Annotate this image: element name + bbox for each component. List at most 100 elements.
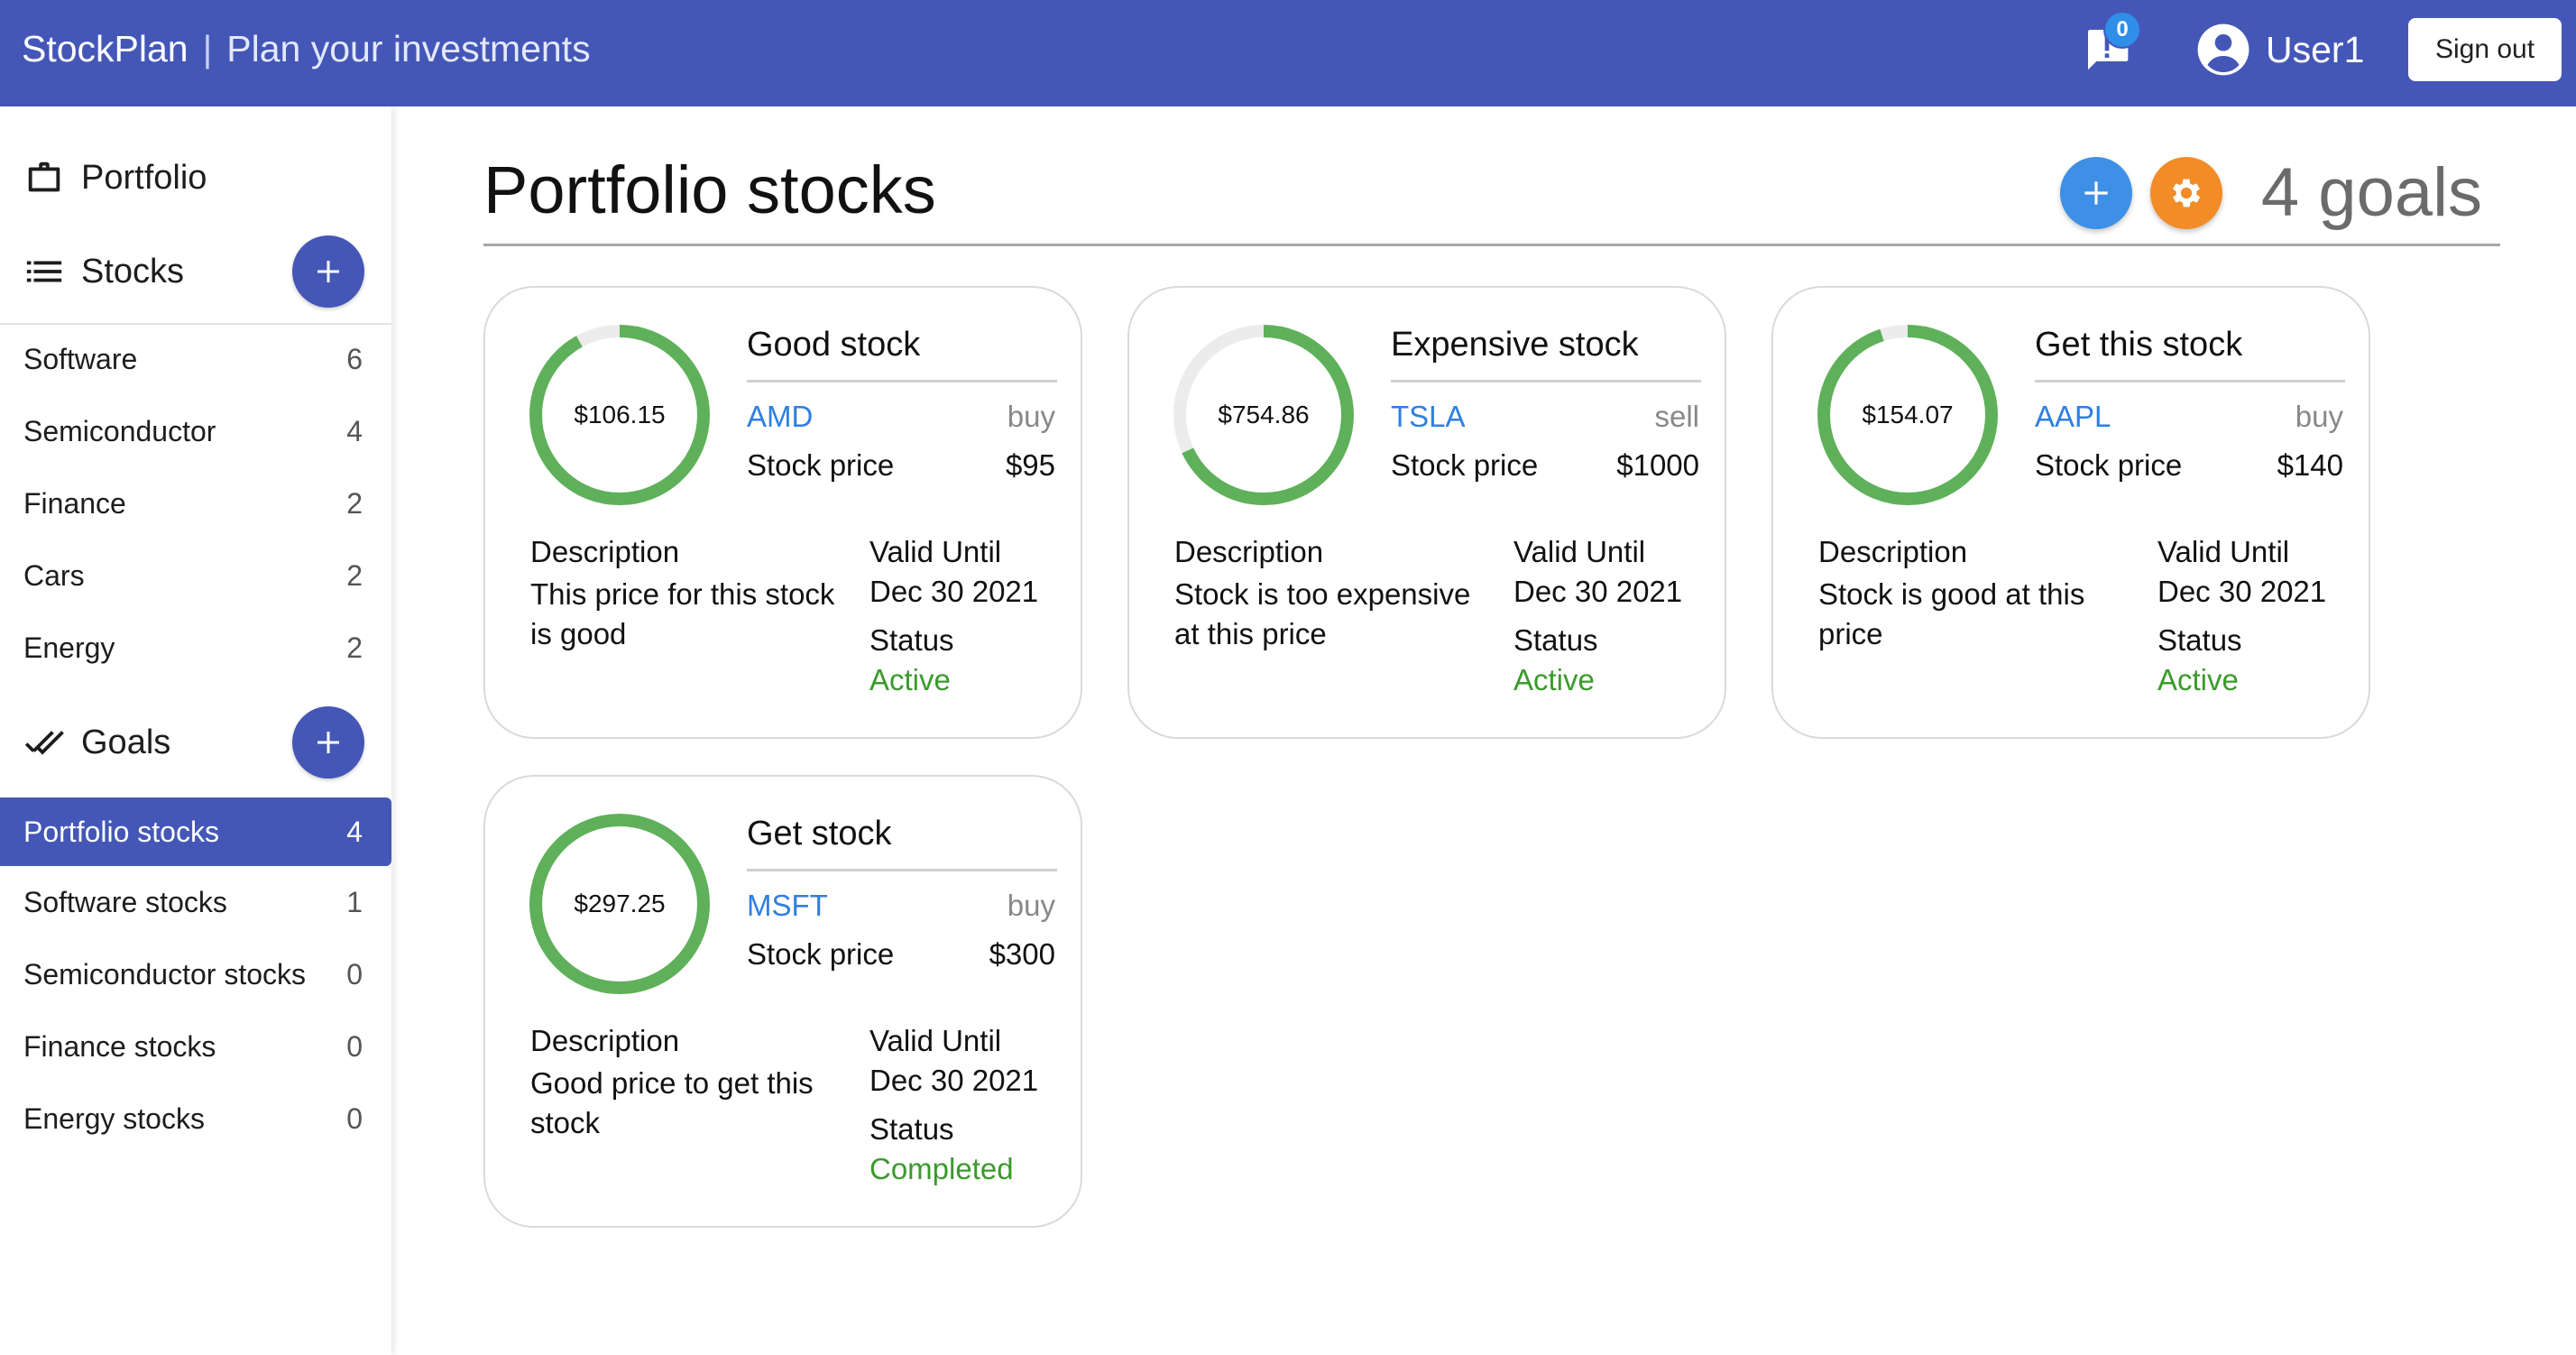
brand-name: StockPlan: [22, 27, 189, 69]
user-name: User1: [2266, 28, 2365, 70]
sidebar-item-energy-stocks[interactable]: Energy stocks 0: [0, 1084, 391, 1153]
status-value: Active: [1513, 663, 1595, 696]
brand-separator: |: [202, 27, 213, 69]
goals-label: Goals: [81, 723, 171, 761]
ticker-link[interactable]: MSFT: [747, 889, 828, 923]
goal-settings-button[interactable]: [2150, 157, 2222, 229]
goal-title: Get stock: [747, 815, 892, 853]
description-label: Description: [1818, 535, 1968, 568]
top-app-bar: StockPlan | Plan your investments 0 User…: [0, 0, 2576, 106]
sidebar-item-portfolio-stocks[interactable]: Portfolio stocks 4: [0, 797, 391, 866]
status-value: Completed: [869, 1152, 1014, 1185]
title-divider: [483, 244, 2500, 246]
valid-until-date: Dec 30 2021: [869, 1064, 1039, 1097]
category-label: Semiconductor: [23, 414, 216, 447]
category-count: 2: [346, 558, 363, 592]
sidebar-item-cars[interactable]: Cars 2: [0, 541, 391, 610]
briefcase-icon: [28, 161, 60, 192]
stock-price-value: $1000: [1616, 448, 1699, 482]
sidebar-item-finance-stocks[interactable]: Finance stocks 0: [0, 1012, 391, 1081]
valid-until-label: Valid Until: [869, 535, 1002, 568]
portfolio-label: Portfolio: [81, 158, 207, 197]
description-label: Description: [1174, 535, 1324, 568]
sidebar-item-energy[interactable]: Energy 2: [0, 613, 391, 682]
goal-list-count: 4: [346, 815, 363, 848]
goal-card[interactable]: $754.86 Expensive stock TSLA sell Stock …: [1127, 286, 1726, 739]
goal-title: Good stock: [747, 326, 921, 364]
current-price: $297.25: [574, 890, 666, 917]
sidebar-item-finance[interactable]: Finance 2: [0, 469, 391, 538]
goal-action: buy: [1007, 400, 1055, 433]
goal-action: sell: [1654, 400, 1699, 433]
goal-list-label: Semiconductor stocks: [23, 957, 307, 991]
stock-price-label: Stock price: [747, 448, 895, 482]
description-label: Description: [530, 1024, 680, 1057]
list-icon: [26, 261, 62, 282]
description-text: This price for this stock is good: [530, 577, 835, 650]
card-divider: [1391, 380, 1701, 383]
ticker-link[interactable]: AMD: [747, 400, 813, 434]
valid-until-date: Dec 30 2021: [869, 575, 1039, 608]
goal-count: 4 goals: [2260, 154, 2482, 231]
goal-list-count: 1: [346, 885, 363, 918]
sidebar: Portfolio Stocks Software 6 Semiconducto…: [0, 106, 391, 1355]
category-label: Software: [23, 342, 138, 375]
plus-icon: [317, 732, 339, 753]
plus-icon: [317, 261, 339, 282]
ticker-link[interactable]: TSLA: [1391, 400, 1466, 434]
notification-count-badge: 0: [2103, 11, 2141, 49]
sidebar-item-semiconductor-stocks[interactable]: Semiconductor stocks 0: [0, 940, 391, 1009]
sidebar-item-semiconductor[interactable]: Semiconductor 4: [0, 397, 391, 465]
brand[interactable]: StockPlan | Plan your investments: [22, 0, 591, 97]
valid-until-date: Dec 30 2021: [1513, 575, 1683, 608]
account-circle-icon: [2197, 23, 2249, 76]
goal-card[interactable]: $106.15 Good stock AMD buy Stock price $…: [483, 286, 1082, 739]
current-price: $106.15: [574, 401, 666, 429]
card-divider: [747, 380, 1057, 383]
goal-card[interactable]: $297.25 Get stock MSFT buy Stock price $…: [483, 775, 1082, 1228]
goal-list-label: Portfolio stocks: [23, 815, 219, 848]
category-count: 2: [346, 631, 363, 664]
add-goal-button[interactable]: [2060, 157, 2132, 229]
current-price: $154.07: [1862, 401, 1954, 429]
sign-out-button[interactable]: Sign out: [2408, 18, 2562, 81]
valid-until-date: Dec 30 2021: [2157, 575, 2327, 608]
status-value: Active: [2157, 663, 2239, 696]
status-label: Status: [869, 1112, 954, 1146]
category-label: Cars: [23, 558, 85, 592]
category-count: 4: [346, 414, 363, 447]
double-check-icon: [24, 731, 64, 755]
card-divider: [2035, 380, 2345, 383]
add-stock-button[interactable]: [292, 235, 364, 308]
status-label: Status: [2157, 623, 2242, 657]
ticker-link[interactable]: AAPL: [2035, 400, 2111, 434]
sidebar-item-software-stocks[interactable]: Software stocks 1: [0, 868, 391, 936]
sidebar-item-software[interactable]: Software 6: [0, 325, 391, 393]
stock-price-label: Stock price: [2035, 448, 2183, 482]
goal-list-count: 0: [346, 957, 363, 991]
category-label: Energy: [23, 631, 115, 664]
category-label: Finance: [23, 486, 126, 520]
user-menu[interactable]: User1: [2195, 22, 2364, 78]
status-label: Status: [869, 623, 954, 657]
description-label: Description: [530, 535, 680, 568]
category-count: 6: [346, 342, 363, 375]
add-goal-list-button[interactable]: [292, 706, 364, 779]
stock-price-label: Stock price: [1391, 448, 1539, 482]
goals-section-header: Goals: [0, 702, 391, 783]
stock-price-value: $140: [2277, 448, 2343, 482]
category-count: 2: [346, 486, 363, 520]
valid-until-label: Valid Until: [869, 1024, 1002, 1057]
goal-action: buy: [1007, 889, 1055, 922]
current-price: $754.86: [1218, 401, 1310, 429]
goal-list-label: Finance stocks: [23, 1029, 216, 1063]
goal-list-count: 0: [346, 1102, 363, 1135]
goal-card[interactable]: $154.07 Get this stock AAPL buy Stock pr…: [1771, 286, 2370, 739]
stocks-section-header: Stocks: [0, 231, 391, 312]
sidebar-item-portfolio[interactable]: Portfolio: [0, 137, 391, 218]
card-divider: [747, 869, 1057, 871]
stocks-label: Stocks: [81, 252, 185, 290]
description-text: Stock is too expensive at this price: [1174, 577, 1471, 650]
description-text: Good price to get this stock: [530, 1066, 814, 1139]
goal-list-label: Software stocks: [23, 885, 227, 918]
